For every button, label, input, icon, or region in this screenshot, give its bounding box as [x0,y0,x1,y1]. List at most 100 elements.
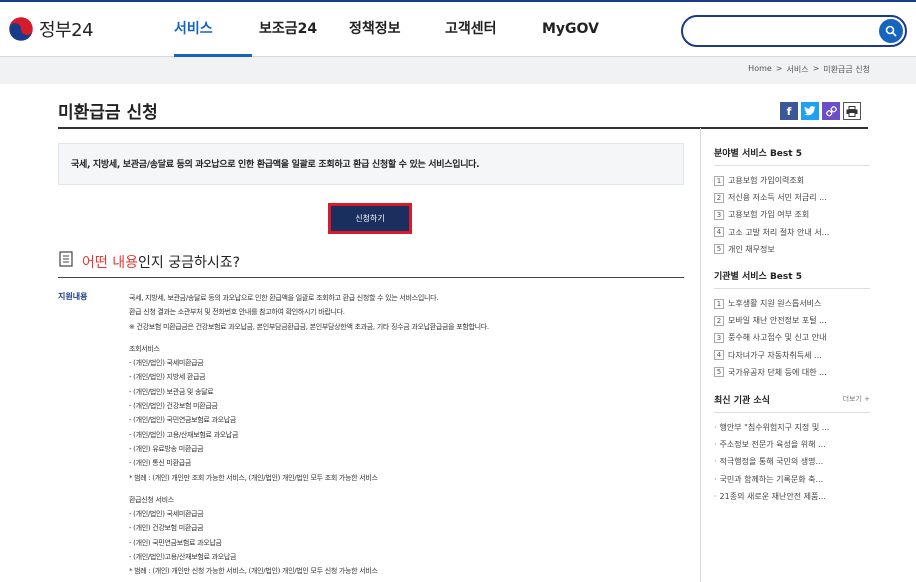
sidebar-list-item[interactable]: 4 다자녀가구 자동차취득세 ... [714,347,870,364]
sidebar-list-item[interactable]: 3 고용보험 가입 여부 조회 [714,206,870,223]
sidebar-list-item[interactable]: 1 노후생활 지원 원스톱서비스 [714,295,870,312]
detail-line: 조회서비스 [129,344,160,353]
search-icon [885,25,897,37]
sidebar-list-item[interactable]: · 주소정보 전문가 육성을 위해 ... [714,436,870,453]
agency-news-list: · 행안부 "침수위험지구 지정 및 ... · 주소정보 전문가 육성을 위해 ..… [714,419,870,505]
rank-number: 2 [714,315,724,326]
detail-line: 환급신청 서비스 [129,495,174,504]
facebook-share-icon[interactable]: f [780,102,798,120]
detail-line: - (개인) 국민연금보험료 과오납금 [129,538,222,547]
sidebar-list-item[interactable]: · 적극행정을 통해 국민의 생명... [714,453,870,470]
best-by-field-title: 분야별 서비스 Best 5 [714,146,870,166]
rank-number: 5 [714,367,724,378]
detail-line: - (개인/법인)고용/산재보험료 과오납금 [129,553,237,562]
sidebar-list-item[interactable]: 4 고소 고발 처리 절차 안내 서... [714,224,870,241]
best-by-field-section: 분야별 서비스 Best 5 1 고용보험 가입이력조회 2 저신용 저소득 서민 저… [714,146,870,258]
sidebar-item-label: 다자녀가구 자동차취득세 ... [728,350,822,360]
sidebar-item-label: 국가유공자 단체 등에 대한 ... [728,367,827,377]
main-nav: 서비스 보조금24 정책정보 고객센터 MyGOV [170,2,622,57]
breadcrumb-services[interactable]: 서비스 [787,64,809,75]
bullet-dot: · [714,474,717,484]
detail-line: 환급 신청 결과는 소관부처 및 전화번호 안내를 참고하여 확인하시기 바랍니… [129,308,345,317]
bullet-dot: · [714,440,717,450]
nav-services[interactable]: 서비스 [174,2,252,57]
sidebar-list-item[interactable]: · 21종의 새로운 재난안전 제품... [714,488,870,505]
link-copy-icon[interactable] [822,102,840,120]
section-heading-rest: 인지 궁금하시죠? [137,255,241,271]
detail-line: - (개인/법인) 지방세 환급금 [129,373,206,382]
sidebar-item-label: 고용보험 가입이력조회 [728,176,805,186]
rank-number: 5 [714,244,724,255]
search-button[interactable] [879,19,903,43]
best-by-agency-section: 기관별 서비스 Best 5 1 노후생활 지원 원스톱서비스 2 모바일 재난 안전… [714,269,870,381]
rank-number: 3 [714,332,724,343]
detail-line: ※ 건강보험 미환급금은 건강보험료 과오납금, 본인부담금환급금, 본인부담상… [129,322,489,331]
breadcrumb-home[interactable]: Home [748,64,772,75]
bullet-dot: · [714,423,717,433]
apply-button[interactable]: 신청하기 [328,203,412,234]
sidebar-item-label: 행안부 "침수위험지구 지정 및 ... [719,423,830,433]
sidebar-item-label: 풍수해 사고접수 및 신고 안내 [728,333,827,343]
agency-news-title-text: 최신 기관 소식 [714,396,770,406]
news-more-link[interactable]: 더보기 + [843,394,870,404]
sidebar-list-item[interactable]: · 행안부 "침수위험지구 지정 및 ... [714,419,870,436]
rank-number: 3 [714,209,724,220]
detail-line: - (개인) 건강보험 미환급금 [129,524,204,533]
section-heading: 어떤 내용인지 궁금하시죠? [58,251,684,278]
detail-line: - (개인/법인) 국세미환급금 [129,359,204,368]
twitter-share-icon[interactable] [801,102,819,120]
detail-line: 국세, 지방세, 보관금/송달료 등의 과오납으로 인한 환급액을 일괄로 조회… [129,294,439,302]
rank-number: 2 [714,192,724,203]
best-by-agency-title: 기관별 서비스 Best 5 [714,269,870,289]
print-icon[interactable] [843,102,861,120]
agency-news-section: 최신 기관 소식 더보기 + · 행안부 "침수위험지구 지정 및 ... · 주소정보… [714,393,870,505]
sidebar-list-item[interactable]: 5 국가유공자 단체 등에 대한 ... [714,364,870,381]
detail-line: * 범례 : (개인) 개인만 조회 가능한 서비스, (개인/법인) 개인/법… [129,473,378,482]
sidebar-item-label: 고소 고발 처리 절차 안내 서... [728,227,830,237]
detail-line: - (개인/법인) 보관금 및 송달료 [129,387,214,396]
rank-number: 1 [714,175,724,186]
site-logo[interactable]: 정부24 [8,16,94,42]
nav-customer-center[interactable]: 고객센터 [445,2,542,57]
sidebar-item-label: 저신용 저소득 서민 저금리 ... [728,193,827,203]
title-divider [58,127,868,129]
search-box [681,15,907,47]
support-content-label: 지원내용 [58,292,88,301]
detail-line: - (개인/법인) 고용/산재보험료 과오납금 [129,430,239,439]
sidebar-list-item[interactable]: 1 고용보험 가입이력조회 [714,172,870,189]
breadcrumb-current: 미환급금 신청 [823,65,870,74]
rank-number: 4 [714,227,724,238]
breadcrumb-bar: Home > 서비스 > 미환급금 신청 [0,57,916,84]
support-content-body: 국세, 지방세, 보관금/송달료 등의 과오납으로 인한 환급액을 일괄로 조회… [129,291,684,579]
sidebar-list-item[interactable]: 2 모바일 재난 안전정보 포털 ... [714,312,870,329]
sidebar-list-item[interactable]: 2 저신용 저소득 서민 저금리 ... [714,189,870,206]
sidebar-item-label: 고용보험 가입 여부 조회 [728,210,810,220]
sidebar-item-label: 21종의 새로운 재난안전 제품... [719,491,826,501]
sidebar-item-label: 적극행정을 통해 국민의 생명... [719,457,824,467]
search-input[interactable] [695,21,875,41]
taegeuk-emblem-icon [8,16,34,42]
detail-line: * 범례 : (개인) 개인만 신청 가능한 서비스, (개인/법인) 개인/법… [129,567,378,576]
bullet-dot: · [714,457,717,467]
sidebar-item-label: 노후생활 지원 원스톱서비스 [728,299,822,309]
detail-line: - (개인/법인) 국세미환급금 [129,510,204,519]
breadcrumb-separator: > [775,64,783,73]
rank-number: 4 [714,350,724,361]
nav-policy-info[interactable]: 정책정보 [349,2,439,57]
detail-spacer [129,485,684,493]
agency-news-title: 최신 기관 소식 더보기 + [714,393,870,413]
sidebar-item-label: 개인 채무정보 [728,244,775,254]
sidebar-list-item[interactable]: 5 개인 채무정보 [714,241,870,258]
sidebar-item-label: 국민과 함께하는 기록문화 축... [719,474,824,484]
sidebar-list-item[interactable]: · 국민과 함께하는 기록문화 축... [714,471,870,488]
nav-subsidy24[interactable]: 보조금24 [259,2,344,57]
section-heading-text: 어떤 내용인지 궁금하시죠? [82,252,240,272]
sidebar-item-label: 주소정보 전문가 육성을 위해 ... [719,440,826,450]
share-tools: f [780,102,861,120]
breadcrumb: Home > 서비스 > 미환급금 신청 [748,64,870,75]
bullet-dot: · [714,491,717,501]
nav-mygov[interactable]: MyGOV [542,2,622,57]
detail-line: - (개인/법인) 건강보험 미환급금 [129,402,218,411]
sidebar-divider [700,128,701,582]
sidebar-list-item[interactable]: 3 풍수해 사고접수 및 신고 안내 [714,329,870,346]
